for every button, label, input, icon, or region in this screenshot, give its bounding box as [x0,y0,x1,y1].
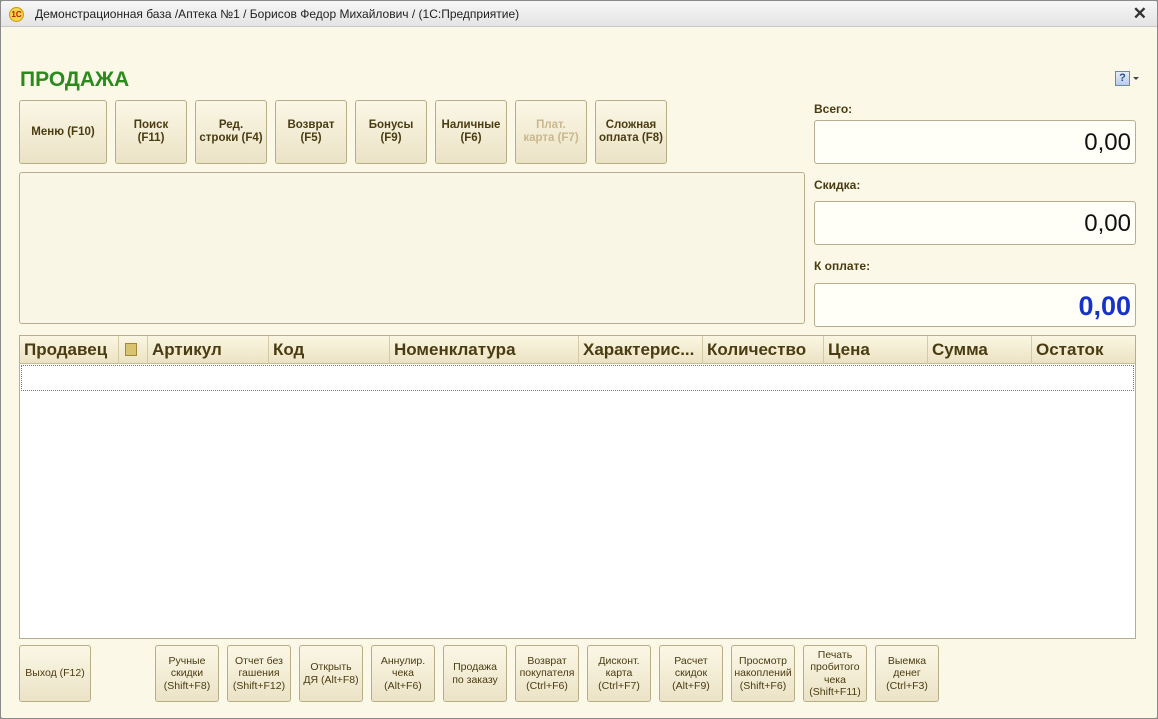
cancel-receipt-button[interactable]: Аннулир. чека (Alt+F6) [371,645,435,702]
print-receipt-button[interactable]: Печать пробитого чека (Shift+F11) [803,645,867,702]
discount-field: 0,00 [814,201,1136,245]
edit-row-button[interactable]: Ред. строки (F4) [195,100,267,164]
search-button[interactable]: Поиск (F11) [115,100,187,164]
chevron-down-icon [1133,77,1139,80]
column-balance[interactable]: Остаток [1032,336,1136,364]
discount-label: Скидка: [814,178,861,192]
exit-button[interactable]: Выход (F12) [19,645,91,702]
column-article[interactable]: Артикул [148,336,269,364]
customer-return-button[interactable]: Возврат покупателя (Ctrl+F6) [515,645,579,702]
manual-discounts-button[interactable]: Ручные скидки (Shift+F8) [155,645,219,702]
title-bar: 1С Демонстрационная база /Аптека №1 / Бо… [1,1,1157,27]
view-accumulations-button[interactable]: Просмотр накоплений (Shift+F6) [731,645,795,702]
column-code[interactable]: Код [269,336,390,364]
info-panel [19,172,805,324]
report-no-clear-button[interactable]: Отчет без гашения (Shift+F12) [227,645,291,702]
column-seller[interactable]: Продавец [20,336,119,364]
total-field: 0,00 [814,120,1136,164]
page-title: ПРОДАЖА [20,68,130,91]
table-header: Продавец Артикул Код Номенклатура Характ… [20,336,1135,364]
app-window: 1С Демонстрационная база /Аптека №1 / Бо… [0,0,1158,719]
discount-card-button[interactable]: Дисконт. карта (Ctrl+F7) [587,645,651,702]
to-pay-field: 0,00 [814,283,1136,327]
sale-by-order-button[interactable]: Продажа по заказу [443,645,507,702]
help-question-icon: ? [1115,71,1130,86]
column-quantity[interactable]: Количество [703,336,824,364]
return-button[interactable]: Возврат (F5) [275,100,347,164]
window-title: Демонстрационная база /Аптека №1 / Борис… [35,7,520,21]
open-cash-drawer-button[interactable]: Открыть ДЯ (Alt+F8) [299,645,363,702]
menu-button[interactable]: Меню (F10) [19,100,107,164]
total-label: Всего: [814,102,853,116]
items-table[interactable]: Продавец Артикул Код Номенклатура Характ… [19,335,1136,639]
cash-withdrawal-button[interactable]: Выемка денег (Ctrl+F3) [875,645,939,702]
close-icon[interactable]: ✕ [1133,4,1147,24]
bonuses-button[interactable]: Бонусы (F9) [355,100,427,164]
calc-discounts-button[interactable]: Расчет скидок (Alt+F9) [659,645,723,702]
help-icon[interactable]: ? [1115,71,1141,87]
card-payment-button[interactable]: Плат. карта (F7) [515,100,587,164]
column-sum[interactable]: Сумма [928,336,1032,364]
cash-button[interactable]: Наличные (F6) [435,100,507,164]
to-pay-label: К оплате: [814,259,871,273]
column-icon[interactable] [119,336,148,364]
app-logo-icon: 1С [9,7,24,22]
table-row[interactable] [21,365,1134,391]
column-price[interactable]: Цена [824,336,928,364]
document-icon [125,343,137,356]
column-characteristic[interactable]: Характерис... [579,336,703,364]
column-nomenclature[interactable]: Номенклатура [390,336,579,364]
complex-payment-button[interactable]: Сложная оплата (F8) [595,100,667,164]
